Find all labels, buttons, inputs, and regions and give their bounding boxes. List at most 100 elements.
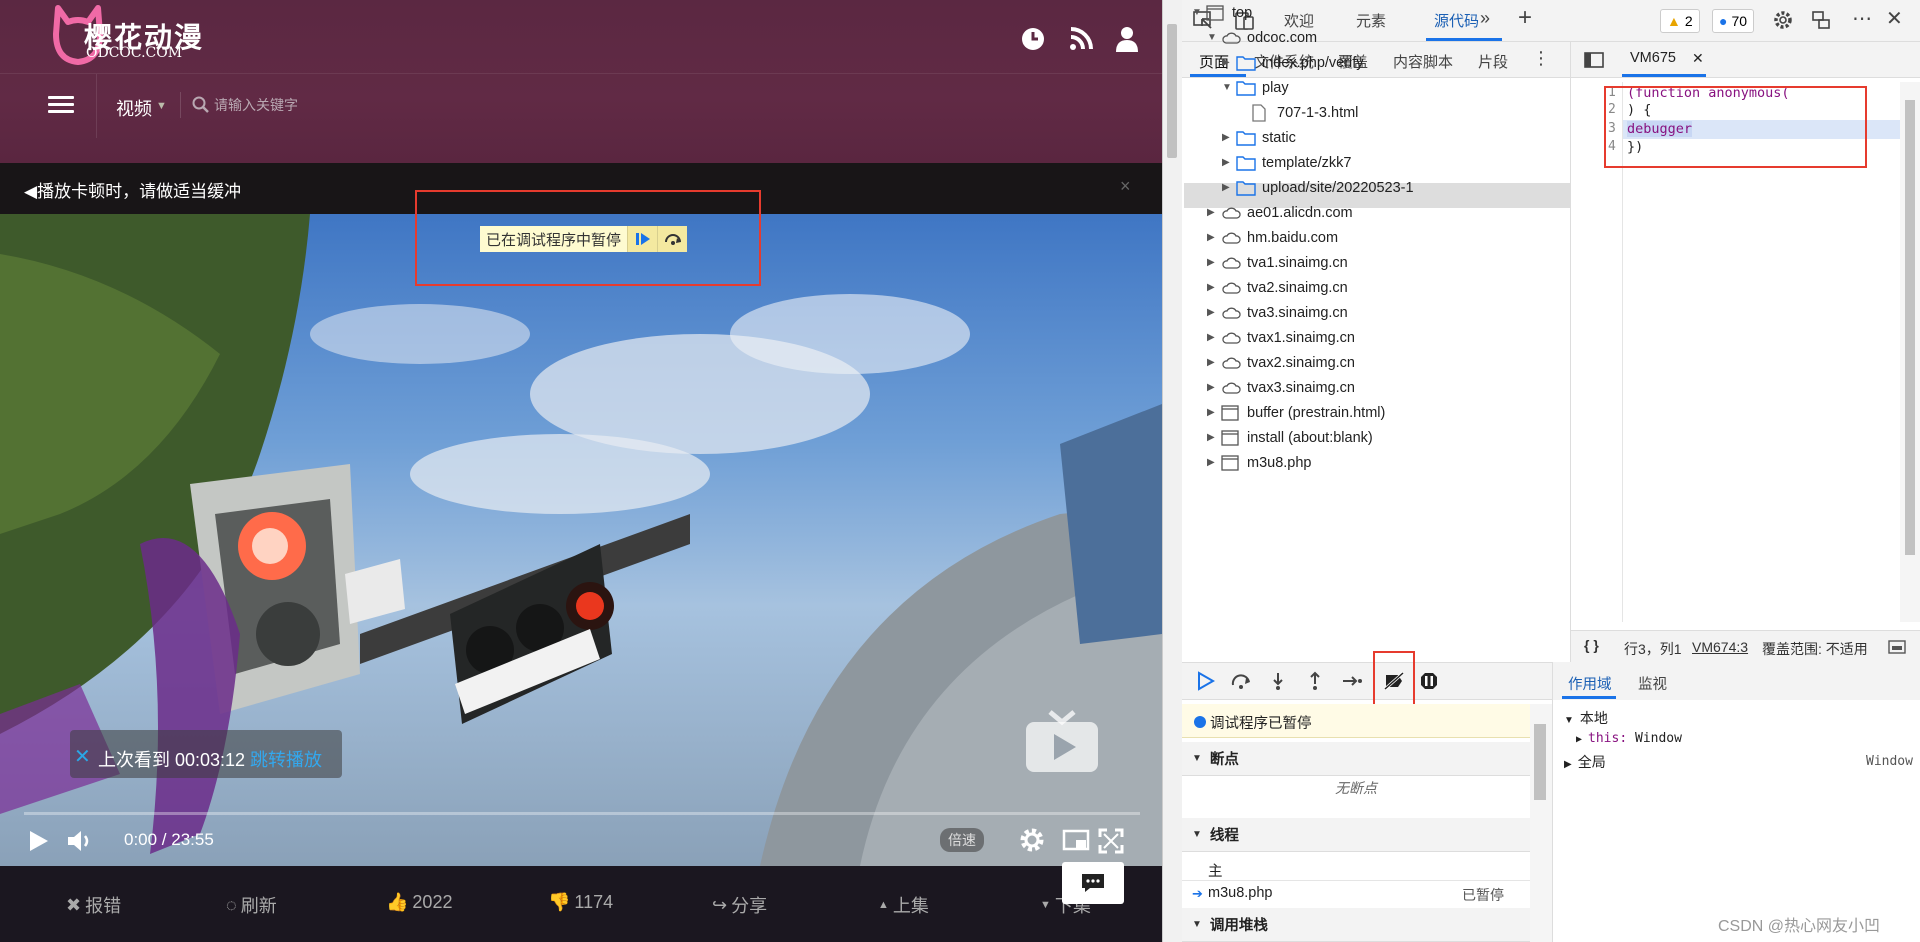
step-over-icon[interactable] [657,226,688,252]
tree-item[interactable]: ▶ template/zkk7 [1222,150,1351,175]
caret-right-icon[interactable]: ▶ [1222,182,1236,193]
threads-section-header[interactable]: ▼ 线程 [1182,818,1530,852]
jump-to-playback-link[interactable]: 跳转播放 [250,746,322,772]
playback-rate-button[interactable]: 倍速 [940,828,984,852]
caret-right-icon[interactable]: ▶ [1222,57,1236,68]
report-error-button[interactable]: ✖ 报错 [66,892,121,918]
picture-in-picture-icon[interactable] [1062,829,1090,858]
notice-close-button[interactable]: × [1120,176,1131,197]
breakpoints-section-header[interactable]: ▼ 断点 [1182,742,1530,776]
caret-right-icon[interactable]: ▶ [1207,307,1221,318]
history-icon[interactable] [1016,24,1050,54]
big-play-icon[interactable] [1024,710,1100,779]
scope-this[interactable]: ▶ this: Window [1576,731,1682,746]
user-icon[interactable] [1110,24,1144,54]
tab-content-scripts[interactable]: 内容脚本 [1393,51,1453,72]
tree-item[interactable]: ▼ play [1222,75,1289,100]
coverage-icon[interactable] [1888,640,1906,659]
pretty-print-button[interactable]: { } [1584,637,1599,653]
scope-local[interactable]: ▼ 本地 [1564,708,1608,728]
tree-item[interactable]: ▶ hm.baidu.com [1207,225,1338,250]
more-options-icon[interactable]: ⋯ [1852,6,1872,31]
like-button[interactable]: 👍 2022 [386,892,452,913]
resume-execution-icon[interactable] [627,226,658,252]
more-tabs-icon[interactable]: » [1480,8,1490,29]
sidebar-scrollbar-thumb[interactable] [1534,724,1546,800]
pause-on-exceptions-icon[interactable] [1416,669,1442,693]
tree-item[interactable]: ▶ tva1.sinaimg.cn [1207,250,1348,275]
caret-right-icon[interactable]: ▶ [1207,432,1221,443]
caret-right-icon[interactable]: ▶ [1222,157,1236,168]
more-options-icon[interactable]: ⋮ [1532,48,1550,69]
tab-scope[interactable]: 作用域 [1568,673,1612,694]
tab-watch[interactable]: 监视 [1638,673,1667,694]
tree-item[interactable]: ▶ index.php/verify [1222,50,1364,75]
caret-right-icon[interactable]: ▶ [1207,207,1221,218]
scope-global[interactable]: ▶ 全局 [1564,752,1606,772]
caret-right-icon[interactable]: ▶ [1207,407,1221,418]
tab-sources[interactable]: 源代码 [1434,10,1479,31]
close-tab-icon[interactable]: ✕ [1692,50,1704,67]
dislike-button[interactable]: 👎 1174 [548,892,613,913]
tree-item[interactable]: ▶ buffer (prestrain.html) [1207,400,1385,425]
chat-bubble-icon[interactable] [1062,862,1124,904]
caret-right-icon[interactable]: ▶ [1207,382,1221,393]
caret-right-icon[interactable]: ▶ [1207,457,1221,468]
tree-item[interactable]: ▶ m3u8.php [1207,450,1312,475]
play-icon[interactable] [26,829,50,858]
caret-right-icon[interactable]: ▶ [1207,282,1221,293]
tree-item[interactable]: ▶ tva3.sinaimg.cn [1207,300,1348,325]
caret-right-icon[interactable]: ▶ [1207,232,1221,243]
share-button[interactable]: ↪ 分享 [712,892,767,918]
tree-item[interactable]: ▶ tva2.sinaimg.cn [1207,275,1348,300]
source-link[interactable]: VM674:3 [1692,639,1748,655]
search-input[interactable] [214,92,454,118]
editor-scrollbar-thumb[interactable] [1905,100,1915,555]
chevron-down-icon[interactable]: ▼ [156,100,167,112]
category-dropdown[interactable]: 视频 [116,95,152,121]
tree-item[interactable]: ▶ upload/site/20220523-1 [1222,175,1414,200]
tree-item[interactable]: ▼ top [1192,0,1252,25]
close-icon[interactable]: ✕ [74,744,91,769]
settings-gear-icon[interactable] [1772,9,1794,36]
callstack-section-header[interactable]: ▼ 调用堆栈 [1182,908,1530,942]
tree-item[interactable]: ▶ install (about:blank) [1207,425,1373,450]
add-tab-icon[interactable]: + [1518,4,1532,32]
caret-right-icon[interactable]: ▶ [1207,332,1221,343]
refresh-button[interactable]: ◌ 刷新 [226,892,277,918]
tree-item[interactable]: ▶ ae01.alicdn.com [1207,200,1353,225]
volume-icon[interactable] [66,829,94,858]
step-out-icon[interactable] [1302,669,1328,693]
rss-icon[interactable] [1064,24,1098,54]
fullscreen-icon[interactable] [1098,828,1124,859]
page-scrollbar-thumb[interactable] [1167,24,1177,158]
caret-down-icon[interactable]: ▼ [1222,82,1236,93]
thread-frame-name[interactable]: m3u8.php [1208,885,1273,901]
tree-item[interactable]: 707-1-3.html [1237,100,1358,125]
step-over-icon[interactable] [1228,669,1254,693]
messages-badge[interactable]: ● 70 [1712,9,1755,33]
step-icon[interactable] [1339,669,1365,693]
caret-right-icon[interactable]: ▶ [1207,257,1221,268]
tree-item[interactable]: ▼ odcoc.com [1207,25,1317,50]
caret-right-icon[interactable]: ▶ [1222,132,1236,143]
connected-devices-icon[interactable] [1810,9,1832,36]
close-devtools-icon[interactable]: ✕ [1886,6,1903,31]
settings-gear-icon[interactable] [1018,826,1046,859]
tree-item[interactable]: ▶ tvax3.sinaimg.cn [1207,375,1355,400]
thread-main[interactable]: 主 [1208,860,1223,881]
tab-snippets[interactable]: 片段 [1478,51,1508,72]
video-progress-bar[interactable] [24,812,1140,815]
resume-icon[interactable] [1192,669,1218,693]
hamburger-menu-icon[interactable] [48,92,74,118]
tree-item[interactable]: ▶ tvax2.sinaimg.cn [1207,350,1355,375]
search-icon[interactable] [192,96,210,114]
tree-item[interactable]: ▶ tvax1.sinaimg.cn [1207,325,1355,350]
caret-down-icon[interactable]: ▼ [1207,32,1221,43]
editor-tab-vm675[interactable]: VM675 [1630,50,1676,66]
caret-right-icon[interactable]: ▶ [1207,357,1221,368]
step-into-icon[interactable] [1265,669,1291,693]
toggle-navigator-icon[interactable] [1584,52,1604,73]
previous-episode-button[interactable]: ▲ 上集 [878,892,929,918]
tab-elements[interactable]: 元素 [1356,10,1386,31]
